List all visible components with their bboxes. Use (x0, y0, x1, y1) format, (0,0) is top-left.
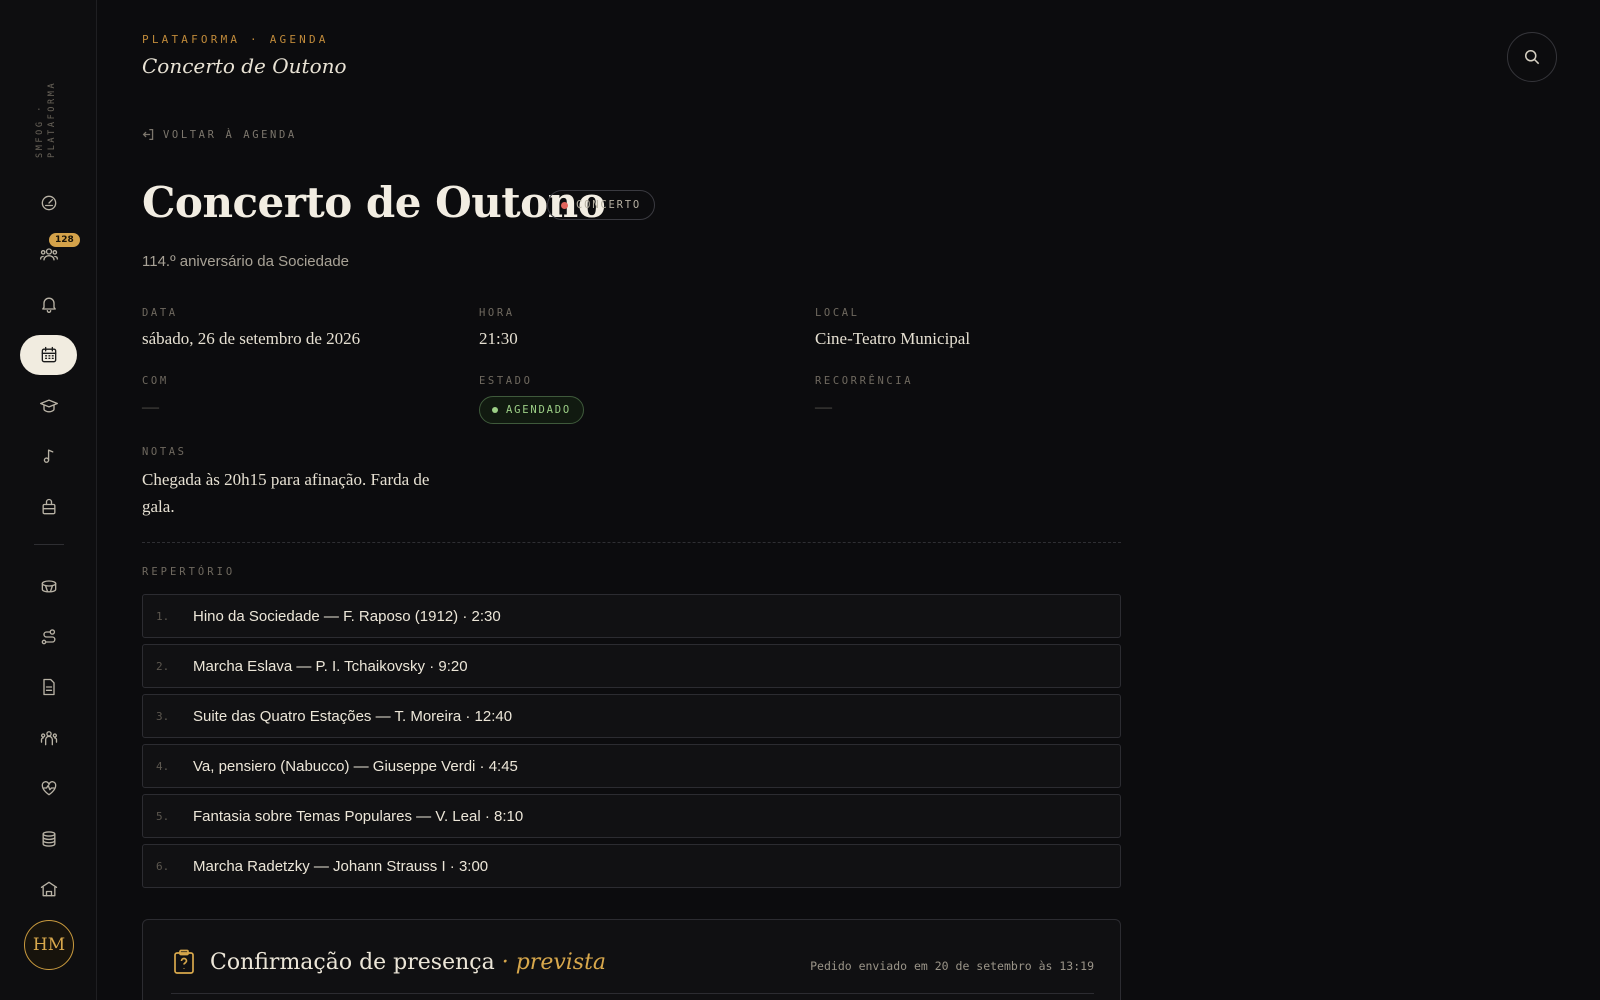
back-link-label: VOLTAR À AGENDA (163, 128, 297, 141)
presence-divider (171, 993, 1094, 994)
sidebar-item-routes[interactable] (20, 617, 77, 657)
repertoire-item-text: Marcha Eslava — P. I. Tchaikovsky · 9:20 (193, 657, 468, 675)
calendar-icon (41, 346, 56, 363)
field-value-hora: 21:30 (479, 329, 518, 348)
sidebar-item-groups[interactable] (20, 718, 77, 758)
presence-title-text: Confirmação de presença (210, 950, 495, 975)
search-icon (1525, 50, 1540, 65)
sidebar-item-documents[interactable] (20, 667, 77, 707)
route-icon (41, 629, 55, 645)
sidebar-item-agenda[interactable] (20, 335, 77, 375)
field-label-local: LOCAL (815, 307, 860, 319)
clipboard-question-icon (173, 949, 195, 975)
back-to-agenda-link[interactable]: VOLTAR À AGENDA (142, 128, 297, 141)
repertoire-item[interactable]: 5. Fantasia sobre Temas Populares — V. L… (142, 794, 1121, 838)
music-note-icon (43, 449, 53, 463)
sidebar-brand: SMFOG · PLATAFORMA (35, 80, 57, 158)
repertoire-item[interactable]: 2. Marcha Eslava — P. I. Tchaikovsky · 9… (142, 644, 1121, 688)
graduation-cap-icon (39, 399, 58, 413)
repertoire-item[interactable]: 6. Marcha Radetzky — Johann Strauss I · … (142, 844, 1121, 888)
repertoire-item-number: 1. (156, 609, 170, 623)
presence-title-accent: · prevista (501, 950, 607, 975)
event-type-badge: CONCERTO (547, 190, 655, 220)
sidebar-item-facilities[interactable] (20, 869, 77, 909)
field-value-recorrencia: — (815, 397, 832, 416)
field-label-com: COM (142, 375, 169, 387)
breadcrumb: PLATAFORMA · AGENDA (142, 33, 329, 46)
sidebar-divider (34, 544, 64, 545)
repertoire-item-number: 4. (156, 759, 170, 773)
notification-badge: 128 (49, 233, 80, 247)
repertoire-item-number: 2. (156, 659, 170, 673)
field-label-recorrencia: RECORRÊNCIA (815, 375, 914, 387)
heart-pulse-icon (41, 781, 56, 796)
repertoire-list: 1. Hino da Sociedade — F. Raposo (1912) … (142, 594, 1121, 894)
repertoire-item-number: 6. (156, 859, 170, 873)
repertoire-item[interactable]: 1. Hino da Sociedade — F. Raposo (1912) … (142, 594, 1121, 638)
user-avatar[interactable]: HM (24, 920, 74, 970)
instruments-icon (42, 498, 55, 515)
field-label-notas: NOTAS (142, 446, 187, 458)
status-dot (492, 407, 498, 413)
repertoire-item-text: Suite das Quatro Estações — T. Moreira ·… (193, 707, 513, 725)
repertoire-item-number: 3. (156, 709, 170, 723)
page-title: Concerto de Outono (142, 178, 606, 227)
repertoire-label: REPERTÓRIO (142, 566, 236, 578)
sidebar-item-drums[interactable] (20, 566, 77, 606)
sidebar-item-instruments[interactable] (20, 487, 77, 527)
sidebar-item-notifications[interactable] (20, 284, 77, 324)
event-subtitle: 114.º aniversário da Sociedade (142, 253, 350, 270)
repertoire-item-text: Marcha Radetzky — Johann Strauss I · 3:0… (193, 857, 489, 875)
field-value-com: — (142, 397, 159, 416)
status-badge: AGENDADO (479, 396, 584, 424)
header-title: Concerto de Outono (142, 54, 347, 78)
back-arrow-icon (142, 128, 154, 141)
coins-icon (42, 831, 55, 847)
members-icon (39, 248, 58, 261)
presence-confirmation-card: Confirmação de presença · prevista Pedid… (142, 919, 1121, 1000)
field-label-hora: HORA (479, 307, 515, 319)
building-icon (40, 881, 57, 897)
repertoire-item-text: Hino da Sociedade — F. Raposo (1912) · 2… (193, 607, 501, 625)
groups-icon (40, 731, 57, 746)
dashboard-icon (41, 195, 56, 211)
sidebar: SMFOG · PLATAFORMA 128 HM (0, 0, 97, 1000)
field-label-estado: ESTADO (479, 375, 533, 387)
sidebar-item-finance[interactable] (20, 819, 77, 859)
bell-icon (41, 297, 56, 313)
event-type-label: CONCERTO (576, 199, 641, 211)
document-icon (42, 678, 55, 696)
sidebar-item-repertoire[interactable] (20, 436, 77, 476)
presence-request-timestamp: Pedido enviado em 20 de setembro às 13:1… (810, 959, 1094, 973)
field-value-data: sábado, 26 de setembro de 2026 (142, 329, 361, 348)
field-value-local: Cine-Teatro Municipal (815, 329, 971, 348)
event-type-dot (561, 201, 568, 209)
sidebar-item-health[interactable] (20, 768, 77, 808)
repertoire-item-text: Fantasia sobre Temas Populares — V. Leal… (193, 807, 524, 825)
repertoire-item-number: 5. (156, 809, 170, 823)
sidebar-item-dashboard[interactable] (20, 183, 77, 223)
status-label: AGENDADO (506, 404, 571, 416)
search-button[interactable] (1507, 32, 1557, 82)
repertoire-item-text: Va, pensiero (Nabucco) — Giuseppe Verdi … (193, 757, 518, 775)
repertoire-item[interactable]: 4. Va, pensiero (Nabucco) — Giuseppe Ver… (142, 744, 1121, 788)
repertoire-item[interactable]: 3. Suite das Quatro Estações — T. Moreir… (142, 694, 1121, 738)
sidebar-item-school[interactable] (20, 386, 77, 426)
field-label-data: DATA (142, 307, 178, 319)
presence-title: Confirmação de presença · prevista (210, 950, 606, 975)
field-value-notas: Chegada às 20h15 para afinação. Farda de… (142, 470, 430, 516)
section-divider (142, 542, 1121, 543)
drum-icon (41, 580, 56, 593)
